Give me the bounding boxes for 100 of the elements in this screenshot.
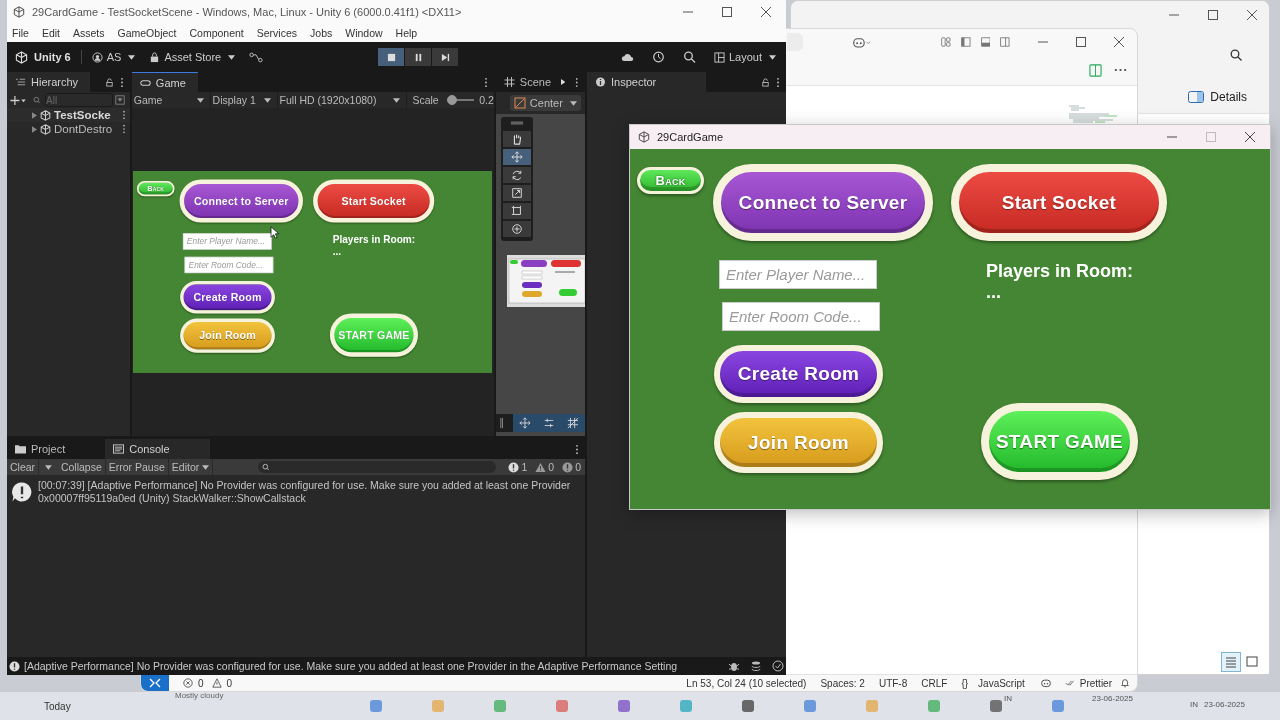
bell-icon[interactable] xyxy=(1120,678,1130,688)
menu-item[interactable]: Help xyxy=(395,27,418,39)
stack-icon[interactable] xyxy=(750,660,762,672)
close-icon[interactable] xyxy=(1247,10,1257,20)
grip-icon[interactable] xyxy=(509,121,524,125)
details-button[interactable]: Details xyxy=(1186,87,1249,107)
asset-store-dropdown[interactable]: Asset Store xyxy=(149,51,236,63)
secondary-sidebar-icon[interactable] xyxy=(1000,36,1010,48)
bug-icon[interactable] xyxy=(728,660,740,672)
date-label[interactable]: 23-06-2025 xyxy=(1092,694,1133,703)
more-icon[interactable] xyxy=(483,76,488,88)
language-indicator[interactable]: IN xyxy=(1004,694,1012,703)
more-icon[interactable] xyxy=(121,110,126,120)
warning-count[interactable]: 0 xyxy=(226,677,233,689)
lock-icon[interactable] xyxy=(761,77,770,87)
warning-icon[interactable] xyxy=(211,678,222,688)
input-field[interactable]: Enter Player Name... xyxy=(719,260,877,289)
cloud-icon[interactable] xyxy=(620,51,634,63)
error-icon[interactable] xyxy=(183,678,193,688)
more-icon[interactable] xyxy=(776,76,780,88)
grid-icon[interactable] xyxy=(561,414,585,432)
editor-dropdown[interactable]: Editor xyxy=(168,459,214,475)
warning-filter-button[interactable]: 0 xyxy=(531,459,559,475)
search-icon[interactable] xyxy=(682,51,696,63)
hand-tool-button[interactable] xyxy=(502,131,531,147)
input-field[interactable]: Enter Room Code... xyxy=(722,302,880,331)
info-filter-button[interactable]: 1 xyxy=(504,459,532,475)
move-icon[interactable] xyxy=(513,414,538,432)
app-icon[interactable] xyxy=(742,700,754,712)
menu-item[interactable]: Edit xyxy=(41,27,60,39)
more-icon[interactable] xyxy=(575,443,579,455)
rect-tool-button[interactable] xyxy=(502,203,531,219)
clear-button[interactable]: Clear xyxy=(7,459,40,475)
menu-item[interactable]: Services xyxy=(256,27,298,39)
close-icon[interactable] xyxy=(1245,132,1255,142)
close-icon[interactable] xyxy=(1114,37,1124,47)
pivot-dropdown[interactable]: Center xyxy=(509,95,581,111)
menu-item[interactable]: Window xyxy=(345,27,383,39)
search-field[interactable]: All xyxy=(45,93,113,107)
maximize-icon[interactable] xyxy=(1076,37,1086,47)
transform-tool-button[interactable] xyxy=(502,221,531,237)
layout-dropdown[interactable]: Layout xyxy=(713,51,776,63)
hierarchy-item[interactable]: TestSocke xyxy=(7,108,130,122)
connect-button[interactable]: Connect to Server xyxy=(179,179,304,223)
maximize-icon[interactable] xyxy=(1208,10,1218,20)
rotate-tool-button[interactable] xyxy=(502,167,531,183)
menu-item[interactable]: File xyxy=(12,27,29,39)
lock-icon[interactable] xyxy=(104,77,114,87)
error-pause-button[interactable]: Error Pause xyxy=(105,459,169,475)
menu-item[interactable]: Component xyxy=(189,27,244,39)
log-entry[interactable]: [00:07:39] [Adaptive Performance] No Provider was configured for use. Make sure you added at least one Provider 0x00007ff95119a0ed (Unity) StackWalker::ShowCallstack xyxy=(7,475,585,511)
history-icon[interactable] xyxy=(651,51,665,63)
more-icon[interactable] xyxy=(1114,68,1127,72)
formatter-label[interactable]: Prettier xyxy=(1079,677,1112,689)
split-editor-icon[interactable] xyxy=(1089,63,1102,77)
more-icon[interactable] xyxy=(121,124,126,134)
account-dropdown[interactable]: AS xyxy=(91,51,136,63)
language-indicator[interactable]: IN xyxy=(1190,700,1198,709)
more-icon[interactable] xyxy=(575,76,579,88)
inspector-tab[interactable]: Inspector xyxy=(587,72,707,92)
sidebar-toggle-icon[interactable] xyxy=(960,36,971,48)
search-icon[interactable] xyxy=(1230,49,1242,61)
step-button[interactable] xyxy=(432,48,459,66)
maximize-icon[interactable] xyxy=(722,7,732,17)
start-socket-button[interactable]: Start Socket xyxy=(313,179,435,223)
app-icon[interactable] xyxy=(618,700,630,712)
play-icon[interactable] xyxy=(561,78,566,86)
move-tool-button[interactable] xyxy=(502,149,531,165)
input-field[interactable]: Enter Player Name... xyxy=(183,233,272,250)
error-count[interactable]: 0 xyxy=(198,677,204,689)
hierarchy-item[interactable]: DontDestro xyxy=(7,122,130,136)
menu-item[interactable]: Assets xyxy=(73,27,105,39)
pause-button[interactable] xyxy=(405,48,432,66)
add-dropdown-icon[interactable] xyxy=(10,95,27,105)
menu-item[interactable]: GameObject xyxy=(117,27,177,39)
layout-icon[interactable] xyxy=(941,36,951,48)
create-room-button[interactable]: Create Room xyxy=(180,280,276,314)
create-room-button[interactable]: Create Room xyxy=(714,345,883,403)
error-filter-button[interactable]: 0 xyxy=(558,459,585,475)
connect-button[interactable]: Connect to Server xyxy=(713,164,933,241)
game-tab[interactable]: Game xyxy=(131,72,198,92)
indentation-label[interactable]: Spaces: 2 xyxy=(820,677,865,689)
cursor-position[interactable]: Ln 53, Col 24 (10 selected) xyxy=(686,677,807,689)
branch-icon[interactable] xyxy=(249,51,264,63)
input-field[interactable]: Enter Room Code... xyxy=(184,256,274,274)
grip-icon[interactable] xyxy=(499,416,504,430)
language-label[interactable]: JavaScript xyxy=(978,677,1025,689)
menu-item[interactable]: Jobs xyxy=(310,27,333,39)
status-message[interactable]: [Adaptive Performance] No Provider was configured for use. Make sure you added at least one Provider in the Adaptive Performance Setting xyxy=(24,660,718,672)
close-icon[interactable] xyxy=(761,7,771,17)
scale-tool-button[interactable] xyxy=(502,185,531,201)
console-tab[interactable]: Console xyxy=(105,439,210,459)
encoding-label[interactable]: UTF-8 xyxy=(878,677,908,689)
date-label[interactable]: 23-06-2025 xyxy=(1204,700,1245,709)
panel-toggle-icon[interactable] xyxy=(980,36,991,48)
collapse-button[interactable]: Collapse xyxy=(57,459,106,475)
copilot-icon[interactable] xyxy=(853,35,872,49)
app-icon[interactable] xyxy=(990,700,1002,712)
copilot-icon[interactable] xyxy=(1040,678,1051,688)
check-circle-icon[interactable] xyxy=(772,660,784,672)
